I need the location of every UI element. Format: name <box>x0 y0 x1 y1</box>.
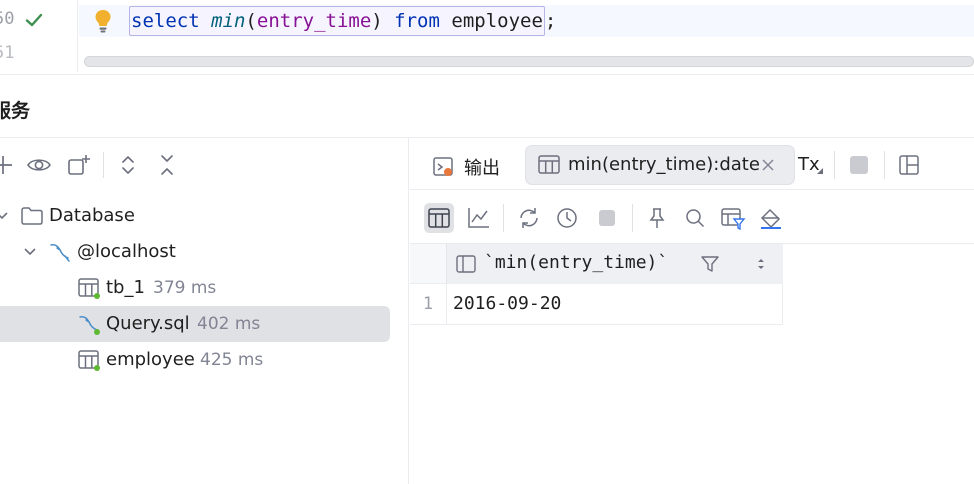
result-grid: `min(entry_time)` 1 2016-09-20 <box>410 244 783 325</box>
tab-label: min(entry_time):date <box>568 154 760 175</box>
chart-icon[interactable] <box>464 203 494 233</box>
tab-label: 输出 <box>464 158 500 179</box>
table-icon <box>77 277 101 299</box>
line-number: 50 <box>0 9 15 29</box>
add-service-icon[interactable] <box>0 152 16 178</box>
sort-icon[interactable] <box>753 255 769 273</box>
paren-open: ( <box>245 10 257 32</box>
horizontal-scrollbar[interactable] <box>84 56 974 67</box>
tree-item-label: Query.sql <box>106 313 190 334</box>
tree-item-database[interactable]: Database <box>0 198 409 234</box>
line-number: 51 <box>0 43 15 63</box>
tree-item-label: @localhost <box>77 241 176 262</box>
folder-icon <box>20 205 44 227</box>
tree-item-label: Database <box>49 205 135 226</box>
cell-value: 2016-09-20 <box>453 293 562 314</box>
tab-separator <box>834 151 835 179</box>
tree-item-label: employee <box>106 349 195 370</box>
divider <box>0 74 974 75</box>
mysql-icon <box>48 241 72 263</box>
execution-time: 425 ms <box>200 350 264 370</box>
clock-icon[interactable] <box>552 203 582 233</box>
table-icon <box>538 155 560 175</box>
table-employee: employee <box>451 10 543 32</box>
tab-result-min-entry-time[interactable]: min(entry_time):date <box>525 145 795 185</box>
column-name: `min(entry_time)` <box>484 252 669 273</box>
editor-gutter: 50 51 <box>0 0 78 72</box>
layout-icon[interactable] <box>898 154 920 176</box>
keyword-from: from <box>394 10 440 32</box>
expand-all-icon[interactable] <box>115 152 141 178</box>
eye-icon[interactable] <box>26 152 52 178</box>
execution-success-check-icon <box>23 9 45 31</box>
keyword-select: select <box>131 10 200 32</box>
column-icon <box>455 253 477 275</box>
tree-item-label: tb_1 <box>106 277 145 298</box>
toolbar-separator <box>632 204 633 232</box>
tree-item-query-sql[interactable]: Query.sql 402 ms <box>0 306 390 342</box>
stop-icon[interactable] <box>592 203 622 233</box>
toolbar-separator <box>503 204 504 232</box>
paren-close: ) <box>371 10 383 32</box>
table-cell[interactable]: 2016-09-20 <box>446 284 783 324</box>
results-tab-bar: 输出 min(entry_time):date Tx <box>410 138 974 190</box>
tree-item-localhost[interactable]: @localhost <box>0 234 409 270</box>
paint-bucket-icon[interactable] <box>756 203 786 233</box>
pin-icon[interactable] <box>642 203 672 233</box>
column-entry-time: entry_time <box>256 10 372 32</box>
intention-bulb-icon[interactable] <box>92 8 114 34</box>
semicolon: ; <box>544 10 557 32</box>
function-min: min <box>211 10 246 32</box>
sql-code-line[interactable]: select min(entry_time) from employee; <box>129 6 556 36</box>
new-tab-icon[interactable] <box>66 152 92 178</box>
services-toolbar <box>0 138 409 192</box>
filter-table-icon[interactable] <box>718 203 748 233</box>
mysql-console-icon <box>77 313 101 335</box>
stop-icon[interactable] <box>849 155 869 175</box>
services-tree-panel: Database @localhost tb_1 379 ms Query.sq… <box>0 138 409 484</box>
chevron-down-icon[interactable] <box>0 208 10 224</box>
results-panel: 输出 min(entry_time):date Tx `min(entry_ti… <box>410 138 974 484</box>
column-header[interactable]: `min(entry_time)` <box>446 244 783 284</box>
tree-item-tb1[interactable]: tb_1 379 ms <box>0 270 409 306</box>
table-icon <box>77 349 101 371</box>
console-output-icon <box>432 155 456 179</box>
services-panel-title: 服务 <box>0 100 31 122</box>
results-toolbar <box>410 190 974 244</box>
dropdown-corner-icon <box>817 168 823 174</box>
execution-time: 379 ms <box>153 278 217 298</box>
tree-item-employee[interactable]: employee 425 ms <box>0 342 409 378</box>
sql-editor[interactable]: 50 51 select min(entry_time) from employ… <box>0 0 974 72</box>
tab-separator <box>884 151 885 179</box>
refresh-icon[interactable] <box>514 203 544 233</box>
toolbar-separator <box>103 152 104 178</box>
collapse-all-icon[interactable] <box>154 152 180 178</box>
filter-icon[interactable] <box>699 253 721 275</box>
grid-header: `min(entry_time)` <box>410 244 783 284</box>
chevron-down-icon[interactable] <box>22 244 38 260</box>
table-row[interactable]: 1 2016-09-20 <box>410 284 783 325</box>
close-icon[interactable] <box>760 157 776 173</box>
execution-time: 402 ms <box>197 314 261 334</box>
row-number: 1 <box>422 294 434 314</box>
table-view-icon[interactable] <box>424 203 454 233</box>
sql-statement[interactable]: select min(entry_time) from employee <box>129 6 545 36</box>
search-icon[interactable] <box>680 203 710 233</box>
